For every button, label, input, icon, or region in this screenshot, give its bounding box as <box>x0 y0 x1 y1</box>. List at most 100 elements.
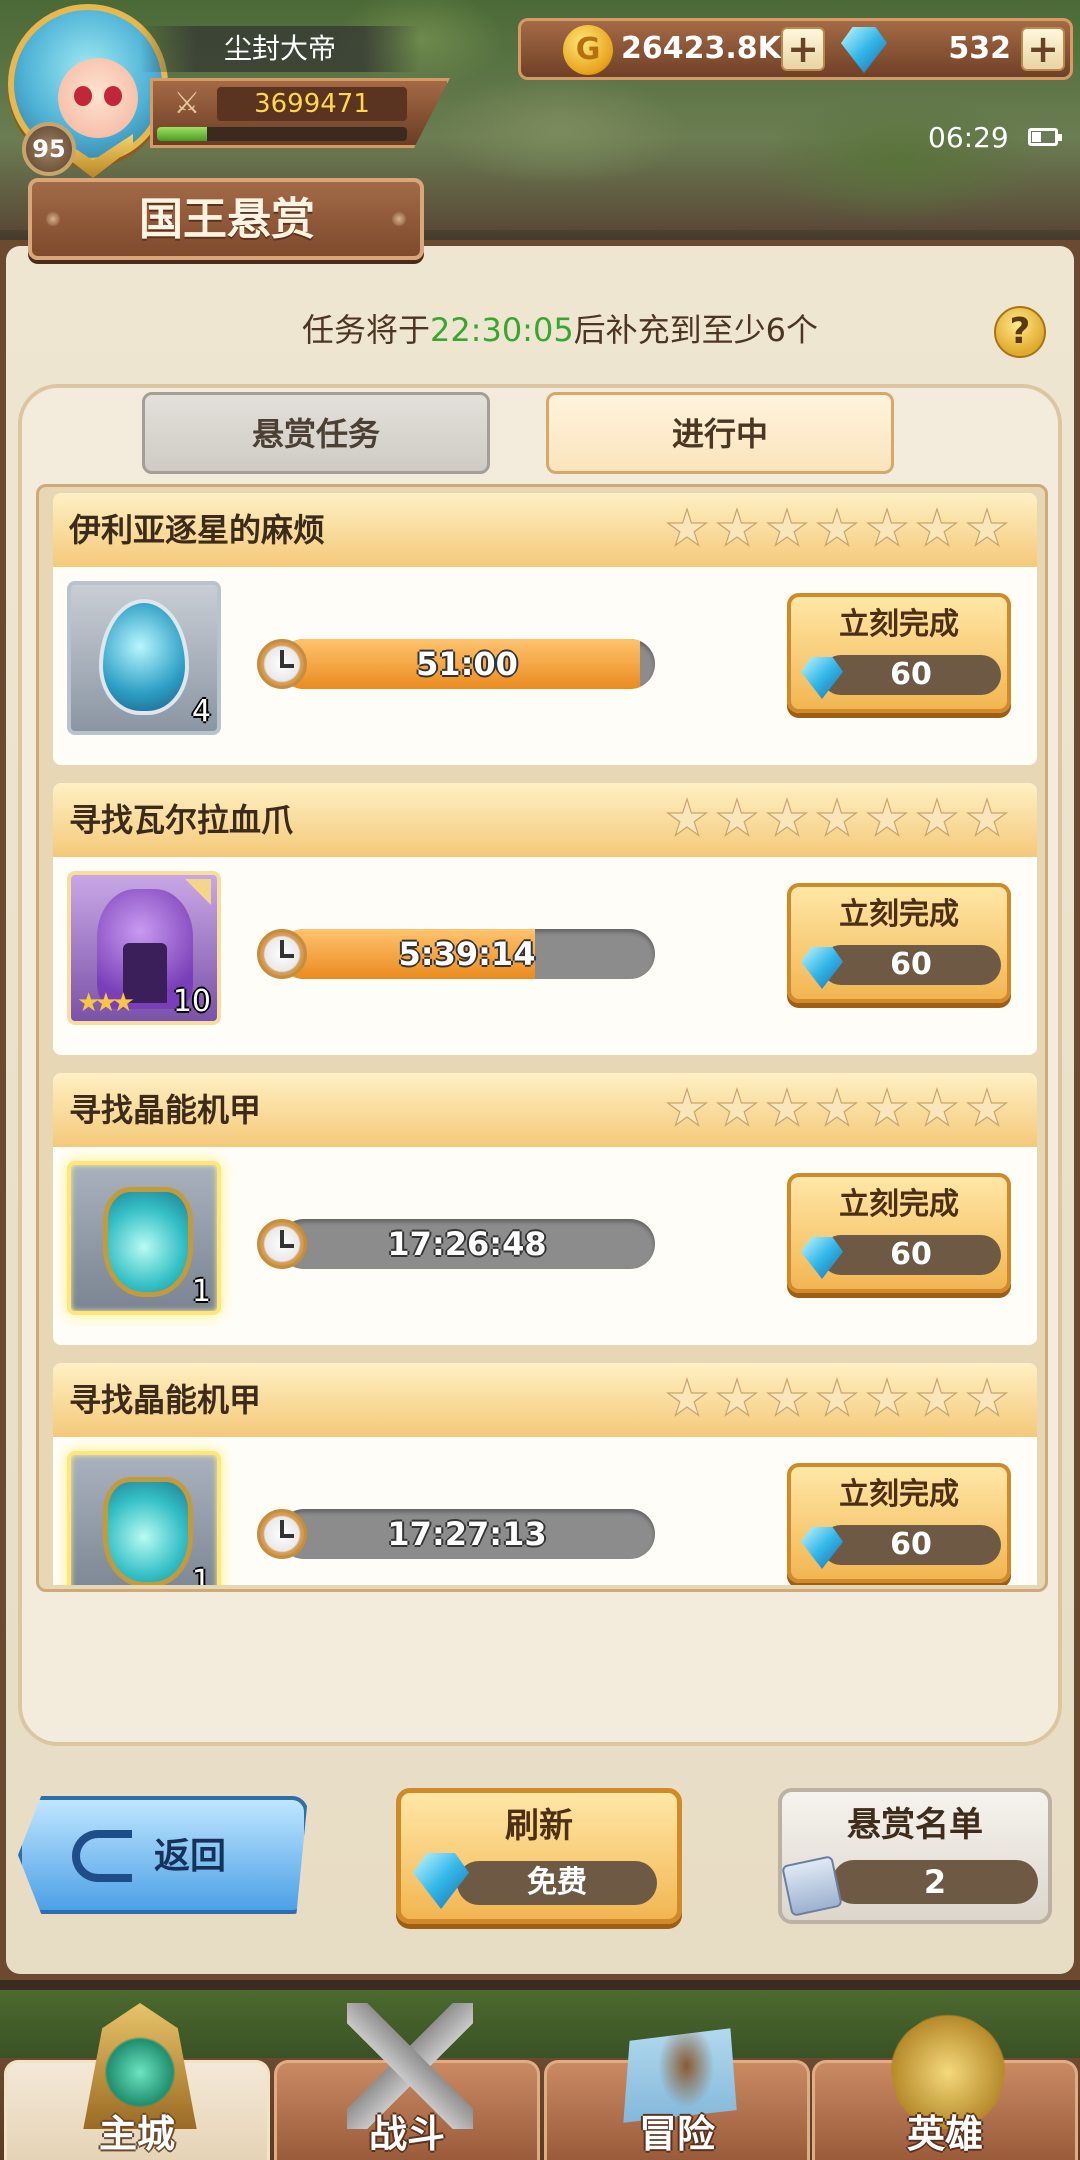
mission-card: 寻找瓦尔拉血爪 ★★★ 10 5:39:14 立刻完成 60 <box>53 783 1037 1055</box>
mission-body: 1 17:27:13 立刻完成 60 <box>53 1437 1037 1585</box>
nav-battle[interactable]: 战斗 <box>274 2003 540 2160</box>
nav-label: 英雄 <box>906 2112 983 2156</box>
complete-cost: 60 <box>821 655 1001 695</box>
complete-now-label: 立刻完成 <box>839 1187 959 1222</box>
mission-title: 寻找晶能机甲 <box>69 1091 262 1129</box>
mission-title: 伊利亚逐星的麻烦 <box>69 511 326 549</box>
complete-now-label: 立刻完成 <box>839 607 959 642</box>
item-count: 1 <box>191 1564 211 1585</box>
refill-suffix: 后补充到至少6个 <box>573 311 819 349</box>
nav-heroes[interactable]: 英雄 <box>812 2003 1078 2160</box>
mission-header: 寻找晶能机甲 <box>53 1073 1037 1147</box>
avatar-face <box>58 58 138 138</box>
complete-now-button[interactable]: 立刻完成 60 <box>787 593 1011 713</box>
complete-now-label: 立刻完成 <box>839 897 959 932</box>
roster-count: 2 <box>832 1860 1038 1904</box>
mission-card: 寻找晶能机甲 1 17:27:13 立刻完成 60 <box>53 1363 1037 1585</box>
reward-item[interactable]: 4 <box>67 581 221 735</box>
tab-bounty-missions[interactable]: 悬赏任务 <box>142 392 490 474</box>
complete-cost: 60 <box>821 1525 1001 1565</box>
refresh-cost: 免费 <box>457 1861 657 1905</box>
star-icon <box>765 1087 809 1128</box>
item-count: 10 <box>172 984 211 1019</box>
star-icon <box>815 1087 859 1128</box>
star-icon <box>665 1087 709 1128</box>
star-icon <box>715 507 759 548</box>
reward-item[interactable]: ★★★ 10 <box>67 871 221 1025</box>
star-icon <box>865 797 909 838</box>
page-title-plaque: 国王悬赏 <box>28 178 424 260</box>
item-stars: ★★★ <box>77 988 135 1018</box>
battery-icon <box>1028 128 1062 146</box>
currency-bar: G 26423.8K + 532 + <box>518 18 1073 80</box>
crossed-swords-icon: ⚔ <box>173 86 201 121</box>
star-icon <box>915 1377 959 1418</box>
mission-list-frame: 伊利亚逐星的麻烦 4 51:00 立刻完成 60 寻找瓦尔拉血爪 ★★★ 10 … <box>36 484 1048 1592</box>
mission-header: 寻找瓦尔拉血爪 <box>53 783 1037 857</box>
complete-now-button[interactable]: 立刻完成 60 <box>787 1463 1011 1583</box>
star-icon <box>865 1087 909 1128</box>
nav-main-city[interactable]: 主城 <box>4 2003 270 2160</box>
crystal-flask-icon <box>103 1477 193 1585</box>
star-icon <box>965 1087 1009 1128</box>
back-button[interactable]: 返回 <box>18 1796 308 1914</box>
add-diamond-button[interactable]: + <box>1021 27 1065 71</box>
gold-coin-icon: G <box>563 25 613 75</box>
difficulty-stars <box>665 1083 1025 1137</box>
star-icon <box>765 1377 809 1418</box>
mission-body: 1 17:26:48 立刻完成 60 <box>53 1147 1037 1345</box>
complete-cost: 60 <box>821 945 1001 985</box>
mission-card: 寻找晶能机甲 1 17:26:48 立刻完成 60 <box>53 1073 1037 1345</box>
help-button[interactable]: ? <box>994 306 1046 358</box>
diamond-amount: 532 <box>948 31 1011 66</box>
gold-amount: 26423.8K <box>621 31 781 66</box>
clock-icon <box>257 639 307 689</box>
star-icon <box>665 797 709 838</box>
complete-now-label: 立刻完成 <box>839 1477 959 1512</box>
device-clock: 06:29 <box>928 121 1009 154</box>
back-label: 返回 <box>154 1836 227 1877</box>
star-icon <box>765 797 809 838</box>
nav-label: 战斗 <box>368 2112 445 2156</box>
experience-bar <box>157 127 407 141</box>
star-icon <box>815 1377 859 1418</box>
reward-item[interactable]: 1 <box>67 1161 221 1315</box>
player-level-badge: 95 <box>22 122 76 176</box>
back-arrow-icon <box>72 1830 132 1882</box>
star-icon <box>665 1377 709 1418</box>
star-icon <box>715 1087 759 1128</box>
mission-timer-bar: 51:00 <box>279 639 655 689</box>
nav-adventure[interactable]: 冒险 <box>544 2028 810 2160</box>
mission-title: 寻找晶能机甲 <box>69 1381 262 1419</box>
mission-timer: 5:39:14 <box>398 935 536 973</box>
page-title: 国王悬赏 <box>139 194 315 245</box>
bounty-roster-button[interactable]: 悬赏名单 2 <box>778 1788 1052 1924</box>
star-icon <box>915 507 959 548</box>
refill-prefix: 任务将于 <box>301 311 430 349</box>
mission-list[interactable]: 伊利亚逐星的麻烦 4 51:00 立刻完成 60 寻找瓦尔拉血爪 ★★★ 10 … <box>53 493 1037 1585</box>
reward-item[interactable]: 1 <box>67 1451 221 1585</box>
mission-timer: 17:27:13 <box>387 1515 547 1553</box>
complete-now-button[interactable]: 立刻完成 60 <box>787 883 1011 1003</box>
tab-in-progress[interactable]: 进行中 <box>546 392 894 474</box>
star-icon <box>965 507 1009 548</box>
star-icon <box>915 1087 959 1128</box>
refresh-label: 刷新 <box>505 1806 573 1846</box>
complete-cost: 60 <box>821 1235 1001 1275</box>
add-gold-button[interactable]: + <box>781 27 825 71</box>
nav-label: 主城 <box>98 2112 175 2156</box>
refill-countdown: 22:30:05 <box>429 311 574 349</box>
mission-timer-bar: 17:26:48 <box>279 1219 655 1269</box>
mission-title: 寻找瓦尔拉血爪 <box>69 801 294 839</box>
complete-now-button[interactable]: 立刻完成 60 <box>787 1173 1011 1293</box>
mission-body: 4 51:00 立刻完成 60 <box>53 567 1037 765</box>
scroll-icon <box>781 1855 843 1917</box>
star-icon <box>815 797 859 838</box>
combat-power-value: 3699471 <box>217 87 407 121</box>
refresh-button[interactable]: 刷新 免费 <box>396 1788 682 1924</box>
star-icon <box>715 1377 759 1418</box>
star-icon <box>965 1377 1009 1418</box>
crystal-flask-icon <box>103 1187 193 1297</box>
mission-timer: 17:26:48 <box>387 1225 547 1263</box>
star-icon <box>815 507 859 548</box>
